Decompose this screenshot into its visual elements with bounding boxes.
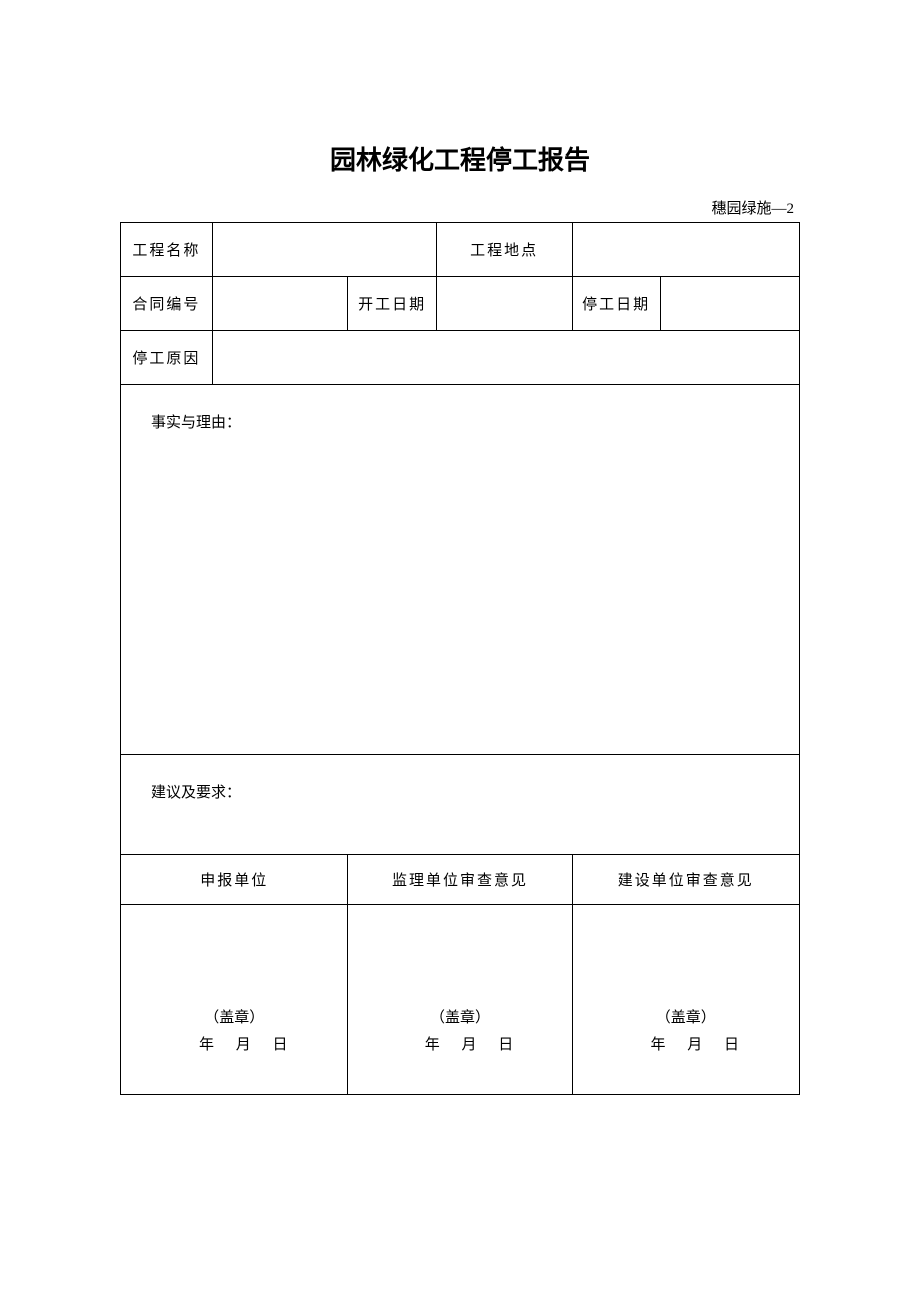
year-label: 年 — [425, 1037, 440, 1053]
sig-header-applicant: 申报单位 — [121, 855, 348, 905]
year-label: 年 — [650, 1037, 665, 1053]
form-code: 穗园绿施—2 — [120, 197, 800, 218]
suggestion-label: 建议及要求： — [151, 785, 241, 801]
label-project-name: 工程名称 — [121, 223, 213, 277]
month-label: 月 — [461, 1037, 476, 1053]
value-contract-no[interactable] — [212, 277, 348, 331]
day-label: 日 — [272, 1037, 287, 1053]
sig-cell-applicant[interactable]: （盖章） 年 月 日 — [121, 905, 348, 1095]
facts-cell[interactable]: 事实与理由： — [121, 385, 800, 755]
seal-text: （盖章） — [121, 1006, 347, 1027]
page-title: 园林绿化工程停工报告 — [120, 140, 800, 177]
label-project-location: 工程地点 — [436, 223, 572, 277]
value-start-date[interactable] — [436, 277, 572, 331]
date-line: 年 月 日 — [573, 1033, 800, 1054]
day-label: 日 — [724, 1037, 739, 1053]
date-line: 年 月 日 — [348, 1033, 571, 1054]
label-contract-no: 合同编号 — [121, 277, 213, 331]
form-table: 工程名称 工程地点 合同编号 开工日期 停工日期 停工原因 事实与理由： 建议及… — [120, 222, 800, 1095]
seal-text: （盖章） — [348, 1006, 571, 1027]
sig-cell-owner[interactable]: （盖章） 年 月 日 — [572, 905, 800, 1095]
suggestion-cell[interactable]: 建议及要求： — [121, 755, 800, 855]
year-label: 年 — [199, 1037, 214, 1053]
value-project-location[interactable] — [572, 223, 800, 277]
label-stop-reason: 停工原因 — [121, 331, 213, 385]
day-label: 日 — [498, 1037, 513, 1053]
value-stop-date[interactable] — [660, 277, 799, 331]
facts-label: 事实与理由： — [151, 415, 241, 431]
value-stop-reason[interactable] — [212, 331, 799, 385]
label-stop-date: 停工日期 — [572, 277, 660, 331]
month-label: 月 — [236, 1037, 251, 1053]
value-project-name[interactable] — [212, 223, 436, 277]
seal-text: （盖章） — [573, 1006, 800, 1027]
sig-cell-supervisor[interactable]: （盖章） 年 月 日 — [348, 905, 572, 1095]
month-label: 月 — [687, 1037, 702, 1053]
date-line: 年 月 日 — [121, 1033, 347, 1054]
label-start-date: 开工日期 — [348, 277, 436, 331]
sig-header-supervisor: 监理单位审查意见 — [348, 855, 572, 905]
sig-header-owner: 建设单位审查意见 — [572, 855, 800, 905]
